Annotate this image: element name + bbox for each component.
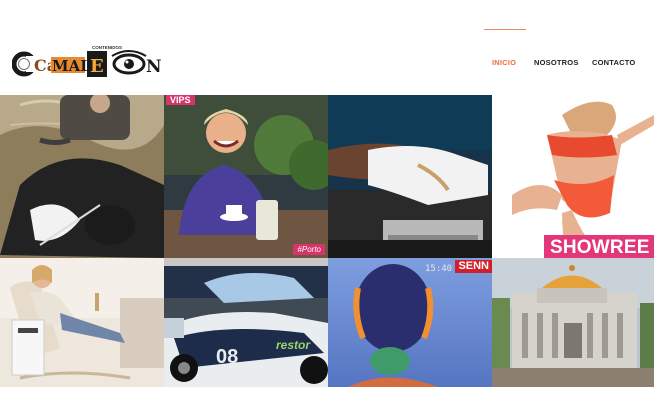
video-grid: VIPS #Porto SHOWREE 08 restor 15:40 SENN (0, 95, 654, 387)
tile-showreel[interactable]: SHOWREE (492, 95, 654, 258)
tile-bellas-artes[interactable] (492, 258, 654, 387)
porto-badge: #Porto (293, 244, 325, 255)
sennheiser-badge: SENN (455, 260, 492, 273)
logo-text-mal: MAL (52, 57, 91, 75)
nav-item-nosotros[interactable]: NOSOTROS (534, 58, 579, 67)
logo-text-e: E (90, 56, 104, 77)
showreel-label: SHOWREE (544, 235, 654, 258)
camaleon-logo[interactable]: CONTENIDOS Ca MAL E N (12, 42, 187, 82)
tile-woman-coffee[interactable]: VIPS #Porto (164, 95, 328, 258)
tile-sprinter-start[interactable] (328, 95, 492, 258)
tv-clock: 15:40 (425, 264, 453, 274)
car-number: 08 (216, 346, 239, 368)
car-sponsor: restor (276, 338, 311, 352)
tile-race-car[interactable]: 08 restor (164, 258, 328, 387)
site-header: CONTENIDOS Ca MAL E N INICIO NOSOTROS CO… (0, 0, 654, 95)
nav-active-indicator (484, 29, 526, 30)
tile-woman-rocking-chair[interactable] (0, 258, 164, 387)
page-bottom (0, 387, 654, 414)
logo-text-n: N (146, 57, 162, 77)
tile-puppet-tv[interactable]: 15:40 SENN (328, 258, 492, 387)
main-nav: INICIO NOSOTROS CONTACTO (474, 58, 654, 72)
vips-badge: VIPS (166, 95, 195, 105)
nav-item-inicio[interactable]: INICIO (492, 58, 516, 67)
nav-item-contacto[interactable]: CONTACTO (592, 58, 635, 67)
logo-top-text: CONTENIDOS (92, 45, 122, 50)
tile-cow-farmer[interactable] (0, 95, 164, 258)
